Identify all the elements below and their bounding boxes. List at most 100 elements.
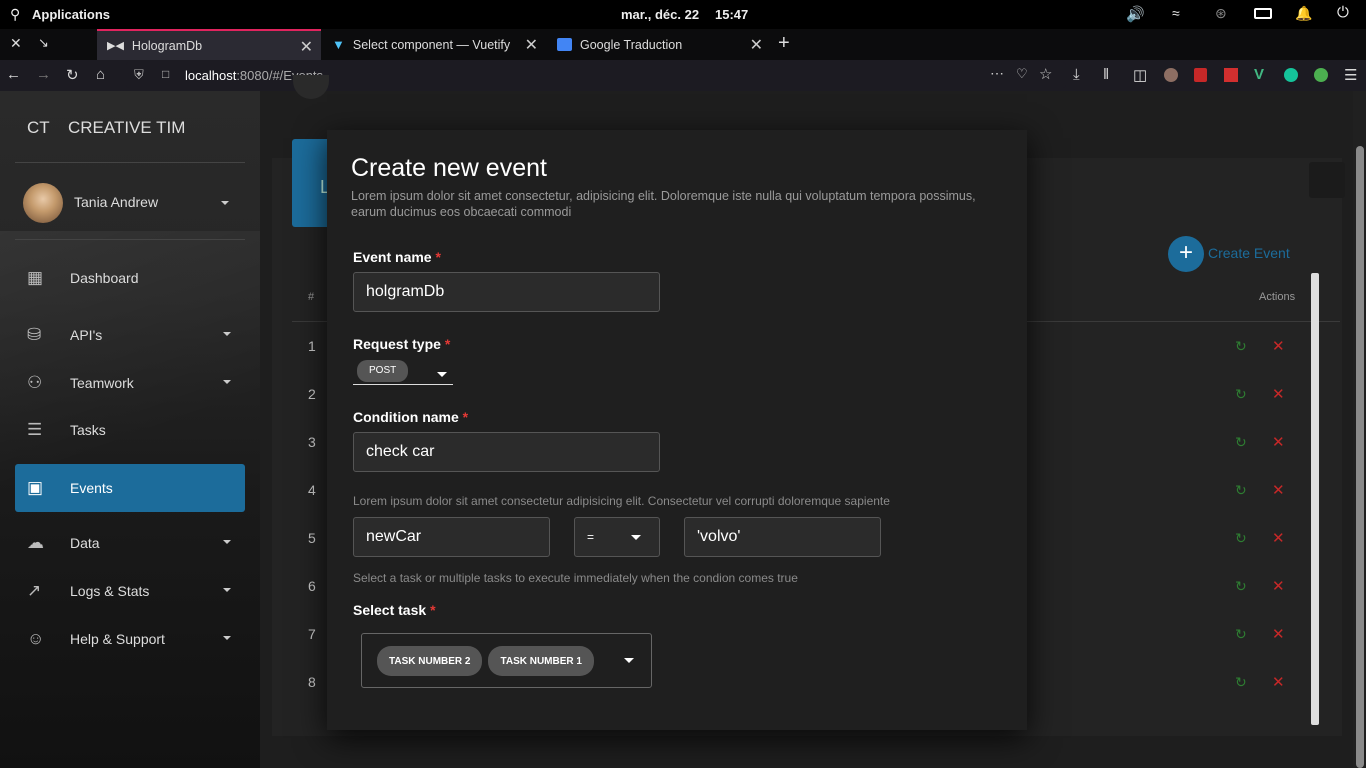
delete-icon[interactable]: ✕ [1272, 337, 1285, 355]
refresh-icon[interactable]: ↻ [1235, 626, 1247, 643]
download-icon[interactable]: ⤓ [1073, 66, 1080, 83]
select-task-input[interactable]: TASK NUMBER 2 TASK NUMBER 1 [361, 633, 652, 688]
bluetooth-icon[interactable]: ⊛ [1215, 5, 1227, 22]
close-tab-icon[interactable]: ✕ [525, 35, 538, 55]
delete-icon[interactable]: ✕ [1272, 529, 1285, 547]
new-tab-icon[interactable]: + [778, 32, 790, 55]
table-header-actions: Actions [1259, 291, 1296, 303]
sidebar-item-logs-stats[interactable]: ↗ Logs & Stats [15, 567, 245, 615]
refresh-icon[interactable]: ↻ [1235, 386, 1247, 403]
avatar[interactable] [23, 183, 63, 223]
browser-tab-bar: ✕ ↘ ▶◀ HologramDb ✕ ▼ Select component —… [0, 29, 1366, 60]
refresh-icon[interactable]: ↻ [1235, 530, 1247, 547]
sidebar-item-data[interactable]: ☁ Data [15, 519, 245, 567]
grammarly-icon[interactable] [1284, 68, 1298, 82]
system-time[interactable]: 15:47 [715, 7, 748, 22]
vue-devtools-icon[interactable]: V [1254, 66, 1264, 83]
delete-icon[interactable]: ✕ [1272, 625, 1285, 643]
logo-text[interactable]: CREATIVE TIM [68, 118, 185, 138]
power-icon[interactable]: ⏻ [1337, 4, 1349, 21]
close-window-icon[interactable]: ✕ [10, 35, 22, 52]
battery-icon[interactable] [1254, 8, 1272, 19]
search-icon[interactable]: ⚲ [10, 6, 20, 23]
request-type-select[interactable]: POST [353, 359, 453, 385]
system-date[interactable]: mar., déc. 22 [621, 7, 699, 22]
delete-icon[interactable]: ✕ [1272, 577, 1285, 595]
caret-down-icon [223, 540, 231, 544]
condition-name-label: Condition name * [353, 409, 469, 425]
vuetify-icon: ▼ [332, 37, 345, 52]
home-icon[interactable]: ⌂ [96, 66, 105, 83]
condition-left-input[interactable]: newCar [353, 517, 550, 557]
delete-icon[interactable]: ✕ [1272, 433, 1285, 451]
sidebar-item-apis[interactable]: ⛁ API's [15, 311, 245, 359]
ublock-icon[interactable] [1194, 68, 1207, 82]
url-bar[interactable]: ⛨ □ localhost:8080/#/Events ⋯ ♡ ☆ [126, 62, 1066, 88]
reload-icon[interactable]: ↻ [66, 66, 79, 84]
forward-icon[interactable]: → [36, 66, 51, 83]
sidebar-item-dashboard[interactable]: ▦ Dashboard [15, 254, 245, 302]
checklist-icon: ☰ [27, 420, 43, 439]
system-top-bar: ⚲ Applications mar., déc. 22 15:47 🔊 ≈ ⊛… [0, 0, 1366, 29]
notification-icon[interactable]: 🔔 [1295, 5, 1312, 22]
event-name-input[interactable]: holgramDb [353, 272, 660, 312]
dialog-title: Create new event [351, 154, 547, 182]
logo-mini[interactable]: CT [27, 118, 50, 138]
condition-name-input[interactable]: check car [353, 432, 660, 472]
wifi-icon[interactable]: ≈ [1172, 5, 1180, 21]
page-info-icon[interactable]: □ [162, 67, 169, 81]
delete-icon[interactable]: ✕ [1272, 385, 1285, 403]
sidebar-item-help-support[interactable]: ☺ Help & Support [15, 615, 245, 663]
close-tab-icon[interactable]: ✕ [300, 37, 313, 57]
refresh-icon[interactable]: ↻ [1235, 434, 1247, 451]
caret-down-icon [223, 332, 231, 336]
user-caret-icon[interactable] [221, 201, 229, 205]
create-event-label[interactable]: Create Event [1208, 245, 1290, 261]
sidebar-item-teamwork[interactable]: ⚇ Teamwork [15, 359, 245, 407]
condition-right-input[interactable]: 'volvo' [684, 517, 881, 557]
shield-icon[interactable]: ⛨ [134, 67, 144, 83]
pocket-icon[interactable]: ♡ [1016, 66, 1028, 82]
sidebar-item-events[interactable]: ▣ Events [15, 464, 245, 512]
restore-icon[interactable]: ↘ [38, 35, 49, 51]
sidebar-toggle-icon[interactable]: ◫ [1133, 66, 1147, 84]
menu-icon[interactable]: ☰ [1344, 66, 1357, 84]
chat-extension-icon[interactable] [1314, 68, 1328, 82]
row-number: 4 [308, 482, 316, 498]
back-icon[interactable]: ← [6, 66, 21, 83]
applications-menu[interactable]: Applications [32, 7, 110, 22]
refresh-icon[interactable]: ↻ [1235, 338, 1247, 355]
refresh-icon[interactable]: ↻ [1235, 482, 1247, 499]
row-number: 1 [308, 338, 316, 354]
condition-operator-select[interactable]: = [574, 517, 660, 557]
tab-title: Select component — Vuetify [352, 37, 511, 52]
caret-down-icon [223, 636, 231, 640]
tab-hologramdb[interactable]: ▶◀ HologramDb ✕ [97, 29, 321, 60]
star-icon[interactable]: ☆ [1039, 65, 1052, 83]
task-chip[interactable]: TASK NUMBER 1 [488, 646, 594, 676]
row-number: 8 [308, 674, 316, 690]
delete-icon[interactable]: ✕ [1272, 481, 1285, 499]
more-icon[interactable]: ⋯ [990, 65, 1004, 82]
task-chip[interactable]: TASK NUMBER 2 [377, 646, 483, 676]
tab-google-traduction[interactable]: Google Traduction ✕ [547, 29, 771, 60]
user-name[interactable]: Tania Andrew [74, 194, 158, 210]
extension-icon[interactable] [1224, 68, 1238, 82]
refresh-icon[interactable]: ↻ [1235, 578, 1247, 595]
request-type-chip: POST [357, 360, 409, 382]
close-tab-icon[interactable]: ✕ [750, 35, 763, 55]
search-box[interactable] [1309, 162, 1345, 198]
library-icon[interactable]: ‖ [1103, 66, 1109, 83]
calendar-icon: ▣ [27, 478, 44, 497]
page-scrollbar[interactable] [1356, 146, 1364, 768]
table-scrollbar[interactable] [1311, 273, 1319, 725]
delete-icon[interactable]: ✕ [1272, 673, 1285, 691]
row-number: 6 [308, 578, 316, 594]
create-event-fab[interactable]: + [1168, 236, 1204, 272]
volume-icon[interactable]: 🔊 [1126, 5, 1145, 23]
account-icon[interactable] [1164, 68, 1178, 82]
sidebar-item-tasks[interactable]: ☰ Tasks [15, 406, 245, 454]
dropdown-arrow-icon [437, 372, 447, 377]
tab-vuetify[interactable]: ▼ Select component — Vuetify ✕ [322, 29, 546, 60]
refresh-icon[interactable]: ↻ [1235, 674, 1247, 691]
